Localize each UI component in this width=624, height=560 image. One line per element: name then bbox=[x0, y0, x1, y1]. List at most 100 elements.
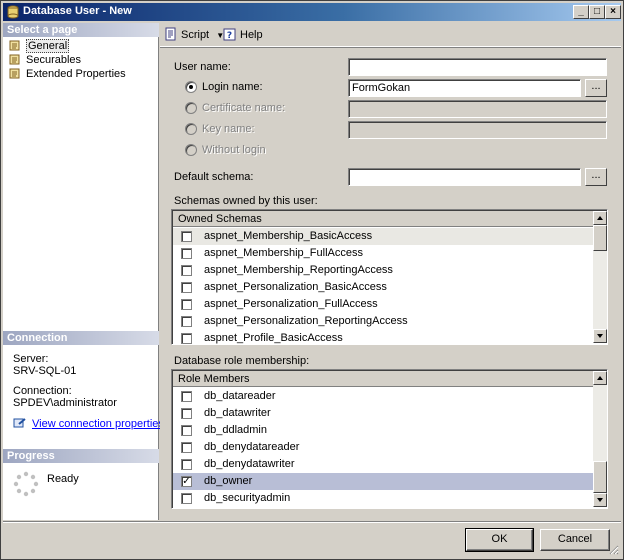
connection-header: Connection bbox=[3, 331, 159, 345]
schemas-row[interactable]: aspnet_Membership_ReportingAccess bbox=[173, 262, 593, 279]
schemas-row[interactable]: aspnet_Membership_FullAccess bbox=[173, 245, 593, 262]
key-name-radio[interactable] bbox=[185, 123, 197, 135]
schemas-checkbox[interactable] bbox=[181, 333, 192, 344]
progress-header: Progress bbox=[3, 449, 159, 463]
scroll-thumb[interactable] bbox=[593, 461, 607, 493]
owned-schemas-list: Owned Schemas aspnet_Membership_BasicAcc… bbox=[171, 209, 608, 345]
role-members-column-header[interactable]: Role Members bbox=[173, 371, 593, 387]
schemas-checkbox[interactable] bbox=[181, 265, 192, 276]
schemas-checkbox[interactable] bbox=[181, 299, 192, 310]
schemas-name: aspnet_Personalization_BasicAccess bbox=[204, 281, 387, 293]
page-label-general: General bbox=[26, 39, 70, 53]
schemas-name: aspnet_Personalization_ReportingAccess bbox=[204, 315, 408, 327]
login-name-radio[interactable] bbox=[185, 81, 197, 93]
page-extended-properties[interactable]: Extended Properties bbox=[9, 67, 126, 81]
roles-row[interactable]: db_datawriter bbox=[173, 405, 593, 422]
roles-name: db_securityadmin bbox=[204, 492, 291, 504]
roles-row[interactable]: db_denydatareader bbox=[173, 439, 593, 456]
roles-row[interactable]: db_ddladmin bbox=[173, 422, 593, 439]
cancel-button[interactable]: Cancel bbox=[540, 529, 610, 551]
roles-section-label: Database role membership: bbox=[174, 355, 310, 367]
user-name-input[interactable] bbox=[348, 58, 607, 76]
roles-row[interactable]: db_denydatawriter bbox=[173, 456, 593, 473]
roles-name: db_denydatareader bbox=[204, 441, 300, 453]
window-title: Database User - New bbox=[23, 5, 132, 17]
left-pane: Select a page General Securables Extende… bbox=[3, 23, 164, 520]
roles-checkbox[interactable] bbox=[181, 408, 192, 419]
roles-scrollbar[interactable] bbox=[593, 371, 607, 507]
roles-checkbox[interactable]: ✓ bbox=[181, 476, 192, 487]
connection-value: SPDEV\administrator bbox=[13, 397, 117, 409]
scroll-down-button[interactable] bbox=[593, 493, 607, 507]
progress-spinner-icon bbox=[13, 471, 39, 497]
page-securables[interactable]: Securables bbox=[9, 53, 81, 67]
help-label: Help bbox=[240, 29, 263, 41]
schema-browse-button[interactable]: ... bbox=[585, 168, 607, 186]
script-button[interactable]: Script ▼ bbox=[164, 27, 224, 43]
roles-name: db_owner bbox=[204, 475, 253, 487]
roles-row[interactable]: db_datareader bbox=[173, 388, 593, 405]
progress-status: Ready bbox=[47, 473, 79, 485]
key-name-label: Key name: bbox=[202, 123, 255, 135]
schemas-row[interactable]: aspnet_Membership_BasicAccess bbox=[173, 228, 593, 245]
schemas-scrollbar[interactable] bbox=[593, 211, 607, 343]
ok-button[interactable]: OK bbox=[465, 528, 534, 552]
roles-row[interactable]: ✓ db_owner bbox=[173, 473, 593, 490]
certificate-name-label: Certificate name: bbox=[202, 102, 286, 114]
without-login-radio[interactable] bbox=[185, 144, 197, 156]
scroll-thumb[interactable] bbox=[593, 225, 607, 251]
roles-name: db_ddladmin bbox=[204, 424, 267, 436]
roles-name: db_denydatawriter bbox=[204, 458, 295, 470]
roles-checkbox[interactable] bbox=[181, 425, 192, 436]
login-browse-button[interactable]: ... bbox=[585, 79, 607, 97]
page-general[interactable]: General bbox=[9, 39, 70, 53]
help-button[interactable]: ? Help bbox=[223, 27, 263, 43]
resize-grip-icon[interactable] bbox=[607, 543, 619, 555]
key-name-input[interactable] bbox=[348, 121, 607, 139]
schemas-checkbox[interactable] bbox=[181, 231, 192, 242]
server-value: SRV-SQL-01 bbox=[13, 365, 77, 377]
schemas-row[interactable]: aspnet_Profile_BasicAccess bbox=[173, 330, 593, 344]
roles-name: db_datareader bbox=[204, 390, 276, 402]
scroll-up-button[interactable] bbox=[593, 211, 607, 225]
svg-text:?: ? bbox=[227, 31, 232, 41]
schemas-row[interactable]: aspnet_Personalization_FullAccess bbox=[173, 296, 593, 313]
view-connection-properties[interactable]: View connection properties bbox=[13, 417, 164, 430]
schemas-name: aspnet_Membership_FullAccess bbox=[204, 247, 363, 259]
roles-checkbox[interactable] bbox=[181, 391, 192, 402]
title-bar[interactable]: Database User - New _ □ × bbox=[3, 3, 621, 21]
view-connection-link[interactable]: View connection properties bbox=[32, 418, 164, 430]
close-button[interactable]: × bbox=[605, 5, 621, 19]
schemas-section-label: Schemas owned by this user: bbox=[174, 195, 318, 207]
roles-name: db_datawriter bbox=[204, 407, 271, 419]
schemas-checkbox[interactable] bbox=[181, 248, 192, 259]
script-icon bbox=[165, 27, 176, 41]
general-page: Script ▼ ? Help User name: Login name: Fo… bbox=[160, 23, 621, 520]
user-name-label: User name: bbox=[174, 61, 231, 73]
schemas-row[interactable]: aspnet_Personalization_BasicAccess bbox=[173, 279, 593, 296]
minimize-button[interactable]: _ bbox=[573, 5, 589, 19]
login-name-input[interactable]: FormGokan bbox=[348, 79, 581, 97]
script-label: Script bbox=[181, 29, 210, 41]
schemas-checkbox[interactable] bbox=[181, 282, 192, 293]
radio-selected-dot bbox=[189, 85, 193, 89]
maximize-button[interactable]: □ bbox=[589, 5, 605, 19]
scroll-up-button[interactable] bbox=[593, 371, 607, 385]
owned-schemas-column-header[interactable]: Owned Schemas bbox=[173, 211, 593, 227]
scroll-down-button[interactable] bbox=[593, 329, 607, 343]
schemas-name: aspnet_Membership_BasicAccess bbox=[204, 230, 373, 242]
certificate-name-radio[interactable] bbox=[185, 102, 197, 114]
roles-checkbox[interactable] bbox=[181, 493, 192, 504]
arrow-down-icon bbox=[597, 498, 603, 502]
database-user-dialog: Database User - New _ □ × Select a page … bbox=[0, 0, 624, 560]
roles-checkbox[interactable] bbox=[181, 442, 192, 453]
connection-label: Connection: bbox=[13, 385, 72, 397]
roles-checkbox[interactable] bbox=[181, 459, 192, 470]
default-schema-input[interactable] bbox=[348, 168, 581, 186]
page-icon bbox=[9, 68, 20, 79]
schemas-row[interactable]: aspnet_Personalization_ReportingAccess bbox=[173, 313, 593, 330]
schemas-checkbox[interactable] bbox=[181, 316, 192, 327]
without-login-label: Without login bbox=[202, 144, 266, 156]
roles-row[interactable]: db_securityadmin bbox=[173, 490, 593, 507]
certificate-name-input[interactable] bbox=[348, 100, 607, 118]
